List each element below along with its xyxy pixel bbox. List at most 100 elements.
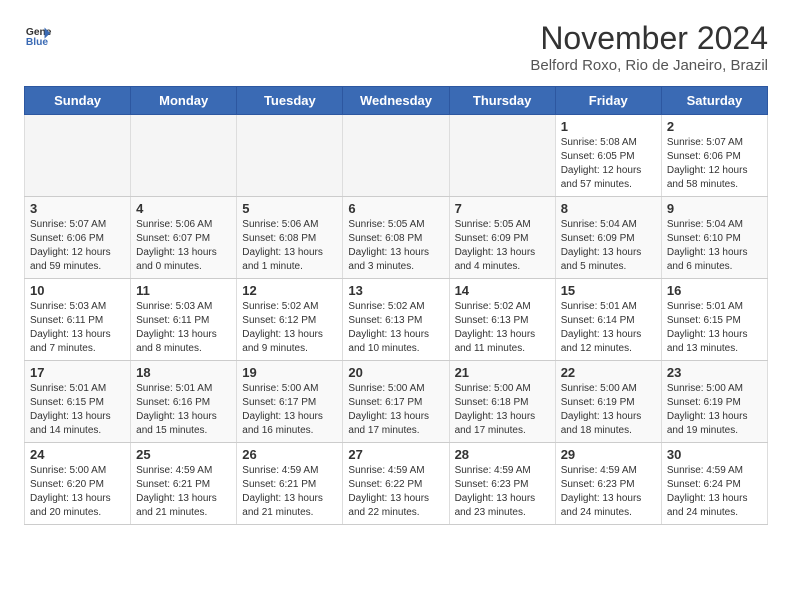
day-info: Sunrise: 5:05 AMSunset: 6:09 PMDaylight:… [455,218,550,274]
day-number: 26 [242,447,337,462]
day-info: Sunrise: 5:02 AMSunset: 6:13 PMDaylight:… [455,300,550,356]
day-number: 5 [242,201,337,216]
day-info: Sunrise: 5:06 AMSunset: 6:08 PMDaylight:… [242,218,337,274]
weekday-header-friday: Friday [555,87,661,115]
day-number: 21 [455,365,550,380]
day-number: 30 [667,447,762,462]
calendar-cell: 21 Sunrise: 5:00 AMSunset: 6:18 PMDaylig… [449,361,555,443]
calendar-cell: 6 Sunrise: 5:05 AMSunset: 6:08 PMDayligh… [343,197,449,279]
calendar-cell: 13 Sunrise: 5:02 AMSunset: 6:13 PMDaylig… [343,279,449,361]
calendar-cell: 28 Sunrise: 4:59 AMSunset: 6:23 PMDaylig… [449,443,555,525]
day-info: Sunrise: 5:08 AMSunset: 6:05 PMDaylight:… [561,136,656,192]
day-info: Sunrise: 5:07 AMSunset: 6:06 PMDaylight:… [667,136,762,192]
calendar-cell: 3 Sunrise: 5:07 AMSunset: 6:06 PMDayligh… [25,197,131,279]
day-number: 15 [561,283,656,298]
day-number: 25 [136,447,231,462]
day-info: Sunrise: 4:59 AMSunset: 6:23 PMDaylight:… [561,464,656,520]
weekday-header-saturday: Saturday [661,87,767,115]
calendar-cell: 11 Sunrise: 5:03 AMSunset: 6:11 PMDaylig… [131,279,237,361]
day-number: 11 [136,283,231,298]
day-info: Sunrise: 4:59 AMSunset: 6:24 PMDaylight:… [667,464,762,520]
day-number: 2 [667,119,762,134]
day-number: 7 [455,201,550,216]
calendar-cell: 18 Sunrise: 5:01 AMSunset: 6:16 PMDaylig… [131,361,237,443]
calendar-cell: 4 Sunrise: 5:06 AMSunset: 6:07 PMDayligh… [131,197,237,279]
calendar-cell: 16 Sunrise: 5:01 AMSunset: 6:15 PMDaylig… [661,279,767,361]
day-number: 16 [667,283,762,298]
day-number: 22 [561,365,656,380]
calendar-cell: 14 Sunrise: 5:02 AMSunset: 6:13 PMDaylig… [449,279,555,361]
day-number: 23 [667,365,762,380]
weekday-header-tuesday: Tuesday [237,87,343,115]
day-info: Sunrise: 5:03 AMSunset: 6:11 PMDaylight:… [136,300,231,356]
calendar-title: November 2024 [530,20,768,57]
weekday-header-wednesday: Wednesday [343,87,449,115]
day-number: 9 [667,201,762,216]
day-info: Sunrise: 4:59 AMSunset: 6:21 PMDaylight:… [136,464,231,520]
day-info: Sunrise: 5:03 AMSunset: 6:11 PMDaylight:… [30,300,125,356]
calendar-cell: 23 Sunrise: 5:00 AMSunset: 6:19 PMDaylig… [661,361,767,443]
calendar-cell: 2 Sunrise: 5:07 AMSunset: 6:06 PMDayligh… [661,115,767,197]
calendar-cell: 25 Sunrise: 4:59 AMSunset: 6:21 PMDaylig… [131,443,237,525]
calendar-cell: 22 Sunrise: 5:00 AMSunset: 6:19 PMDaylig… [555,361,661,443]
day-info: Sunrise: 5:04 AMSunset: 6:09 PMDaylight:… [561,218,656,274]
calendar-cell: 15 Sunrise: 5:01 AMSunset: 6:14 PMDaylig… [555,279,661,361]
calendar-cell [343,115,449,197]
day-number: 14 [455,283,550,298]
week-row-5: 24 Sunrise: 5:00 AMSunset: 6:20 PMDaylig… [25,443,768,525]
day-number: 3 [30,201,125,216]
calendar-cell [237,115,343,197]
day-number: 10 [30,283,125,298]
day-number: 13 [348,283,443,298]
day-info: Sunrise: 4:59 AMSunset: 6:22 PMDaylight:… [348,464,443,520]
calendar-cell: 19 Sunrise: 5:00 AMSunset: 6:17 PMDaylig… [237,361,343,443]
calendar-subtitle: Belford Roxo, Rio de Janeiro, Brazil [530,57,768,74]
week-row-4: 17 Sunrise: 5:01 AMSunset: 6:15 PMDaylig… [25,361,768,443]
day-number: 4 [136,201,231,216]
day-number: 20 [348,365,443,380]
calendar-cell: 8 Sunrise: 5:04 AMSunset: 6:09 PMDayligh… [555,197,661,279]
logo-icon: General Blue [24,20,52,48]
day-info: Sunrise: 5:00 AMSunset: 6:19 PMDaylight:… [561,382,656,438]
calendar-cell: 7 Sunrise: 5:05 AMSunset: 6:09 PMDayligh… [449,197,555,279]
calendar-cell: 29 Sunrise: 4:59 AMSunset: 6:23 PMDaylig… [555,443,661,525]
day-number: 19 [242,365,337,380]
day-info: Sunrise: 5:01 AMSunset: 6:15 PMDaylight:… [30,382,125,438]
calendar-cell [131,115,237,197]
day-number: 12 [242,283,337,298]
calendar-cell: 9 Sunrise: 5:04 AMSunset: 6:10 PMDayligh… [661,197,767,279]
calendar-cell: 12 Sunrise: 5:02 AMSunset: 6:12 PMDaylig… [237,279,343,361]
day-number: 6 [348,201,443,216]
calendar-cell: 27 Sunrise: 4:59 AMSunset: 6:22 PMDaylig… [343,443,449,525]
day-number: 18 [136,365,231,380]
calendar-cell: 17 Sunrise: 5:01 AMSunset: 6:15 PMDaylig… [25,361,131,443]
day-info: Sunrise: 5:05 AMSunset: 6:08 PMDaylight:… [348,218,443,274]
calendar-table: SundayMondayTuesdayWednesdayThursdayFrid… [24,86,768,525]
day-number: 17 [30,365,125,380]
calendar-cell: 20 Sunrise: 5:00 AMSunset: 6:17 PMDaylig… [343,361,449,443]
day-info: Sunrise: 5:00 AMSunset: 6:20 PMDaylight:… [30,464,125,520]
calendar-cell: 10 Sunrise: 5:03 AMSunset: 6:11 PMDaylig… [25,279,131,361]
day-number: 24 [30,447,125,462]
day-number: 8 [561,201,656,216]
day-info: Sunrise: 4:59 AMSunset: 6:21 PMDaylight:… [242,464,337,520]
logo: General Blue [24,20,52,48]
day-info: Sunrise: 5:06 AMSunset: 6:07 PMDaylight:… [136,218,231,274]
weekday-header-row: SundayMondayTuesdayWednesdayThursdayFrid… [25,87,768,115]
week-row-1: 1 Sunrise: 5:08 AMSunset: 6:05 PMDayligh… [25,115,768,197]
calendar-cell: 5 Sunrise: 5:06 AMSunset: 6:08 PMDayligh… [237,197,343,279]
calendar-cell: 26 Sunrise: 4:59 AMSunset: 6:21 PMDaylig… [237,443,343,525]
day-info: Sunrise: 5:07 AMSunset: 6:06 PMDaylight:… [30,218,125,274]
svg-text:Blue: Blue [26,37,49,48]
day-info: Sunrise: 5:00 AMSunset: 6:19 PMDaylight:… [667,382,762,438]
day-info: Sunrise: 5:01 AMSunset: 6:14 PMDaylight:… [561,300,656,356]
day-info: Sunrise: 5:01 AMSunset: 6:16 PMDaylight:… [136,382,231,438]
week-row-3: 10 Sunrise: 5:03 AMSunset: 6:11 PMDaylig… [25,279,768,361]
weekday-header-thursday: Thursday [449,87,555,115]
day-info: Sunrise: 5:02 AMSunset: 6:13 PMDaylight:… [348,300,443,356]
title-section: November 2024 Belford Roxo, Rio de Janei… [530,20,768,74]
day-info: Sunrise: 4:59 AMSunset: 6:23 PMDaylight:… [455,464,550,520]
day-info: Sunrise: 5:04 AMSunset: 6:10 PMDaylight:… [667,218,762,274]
day-number: 27 [348,447,443,462]
day-info: Sunrise: 5:02 AMSunset: 6:12 PMDaylight:… [242,300,337,356]
